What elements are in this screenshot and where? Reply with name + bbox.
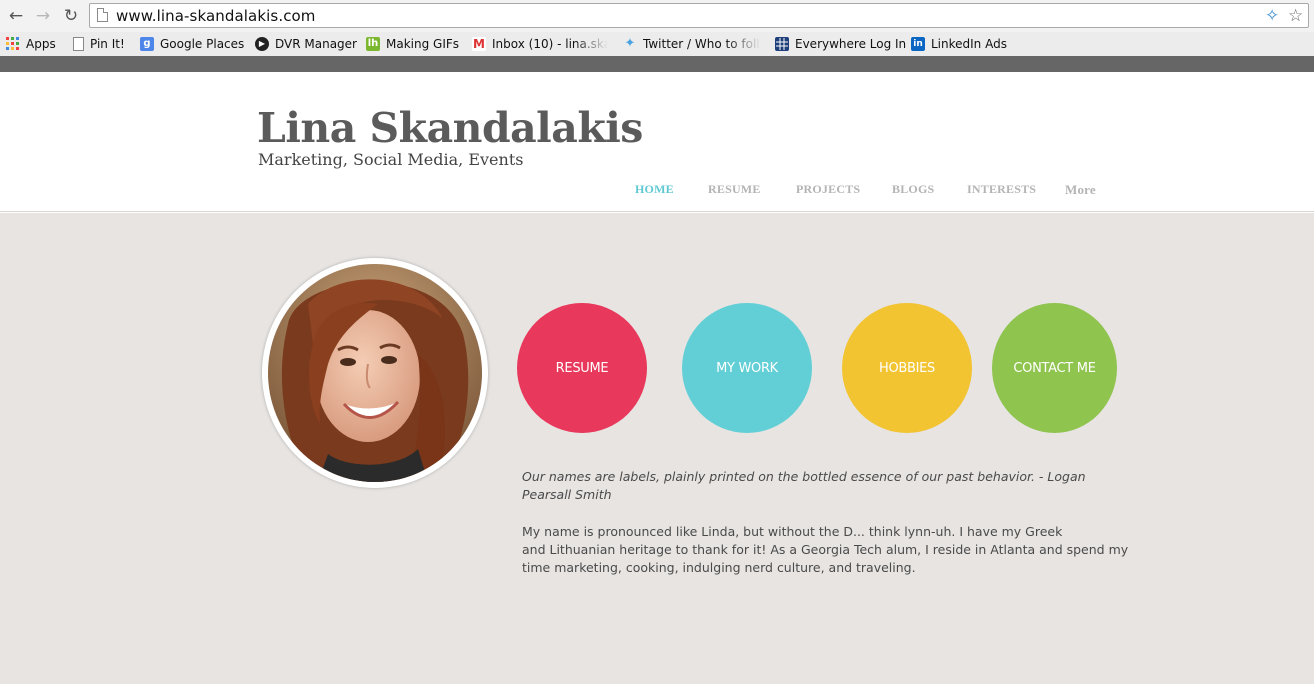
contact-me-circle-label: CONTACT ME [1013,360,1096,376]
site-top-strip [0,56,1314,72]
gmail-icon: M [472,37,486,51]
resume-circle-button[interactable]: RESUME [517,303,647,433]
site-title[interactable]: Lina Skandalakis [257,104,643,152]
reload-icon[interactable]: ↻ [60,5,82,27]
nav-projects[interactable]: PROJECTS [796,182,860,197]
twitter-bird-icon: ✦ [624,36,636,51]
address-bar[interactable]: www.lina-skandalakis.com ✧ ☆ [89,3,1309,28]
bookmark-dvr-manager[interactable]: ▶ DVR Manager [255,35,357,53]
bookmark-everywhere-log-in[interactable]: Everywhere Log In [775,35,906,53]
bookmark-label: Twitter / Who to foll [643,37,760,51]
bookmark-twitter[interactable]: ✦ Twitter / Who to foll [623,35,761,53]
page-icon [73,37,84,51]
bookmark-label: DVR Manager [275,37,357,51]
bookmark-label: Making GIFs [386,37,460,51]
page-icon [97,8,108,22]
bookmark-label: Everywhere Log In [795,37,907,51]
forward-arrow-icon[interactable]: → [32,5,54,27]
linkedin-icon: in [911,37,925,51]
extension-icon[interactable]: ✧ [1265,6,1279,26]
site-header: Lina Skandalakis Marketing, Social Media… [0,72,1314,212]
bookmark-label: Google Places [160,37,245,51]
contact-me-circle-button[interactable]: CONTACT ME [992,303,1117,433]
resume-circle-label: RESUME [555,360,609,376]
my-work-circle-label: MY WORK [716,360,778,376]
hobbies-circle-label: HOBBIES [878,360,936,376]
profile-photo [262,258,488,488]
bookmark-linkedin-ads[interactable]: in LinkedIn Ads [911,35,1007,53]
quote-text: Our names are labels, plainly printed on… [522,469,1086,502]
bookmark-making-gifs[interactable]: lh Making GIFs [366,35,459,53]
bookmark-google-places[interactable]: g Google Places [140,35,244,53]
nav-resume[interactable]: RESUME [708,182,761,197]
site-tagline: Marketing, Social Media, Events [258,150,524,169]
play-icon: ▶ [255,37,269,51]
bookmark-label: Inbox (10) - lina.ska [492,37,608,51]
nav-interests[interactable]: INTERESTS [967,182,1036,197]
grid-icon [775,37,789,51]
bookmark-pin-it[interactable]: Pin It! [73,35,125,53]
url-text[interactable]: www.lina-skandalakis.com [116,7,316,25]
bookmarks-bar: Apps Pin It! g Google Places ▶ DVR Manag… [0,32,1314,56]
bookmark-inbox[interactable]: M Inbox (10) - lina.ska [472,35,608,53]
bookmark-apps[interactable]: Apps [6,35,56,53]
apps-grid-icon [6,37,20,51]
my-work-circle-button[interactable]: MY WORK [682,303,812,433]
bio-line: My name is pronounced like Linda, but wi… [522,524,1063,539]
bio-text: My name is pronounced like Linda, but wi… [522,523,1129,577]
nav-home[interactable]: HOME [635,182,674,197]
google-icon: g [140,37,154,51]
bookmark-label: LinkedIn Ads [931,37,1007,51]
bookmark-label: Pin It! [90,37,125,51]
star-bookmark-icon[interactable]: ☆ [1288,6,1303,26]
lh-icon: lh [366,37,380,51]
nav-blogs[interactable]: BLOGS [892,182,934,197]
back-arrow-icon[interactable]: ← [5,5,27,27]
bookmark-label: Apps [26,37,56,51]
bio-line: time marketing, cooking, indulging nerd … [522,560,916,575]
hobbies-circle-button[interactable]: HOBBIES [842,303,972,433]
nav-more[interactable]: More [1065,182,1096,198]
main-content: RESUME MY WORK HOBBIES CONTACT ME Our na… [0,213,1314,684]
bio-line: and Lithuanian heritage to thank for it!… [522,542,1129,557]
browser-toolbar: ← → ↻ www.lina-skandalakis.com ✧ ☆ [0,0,1314,32]
